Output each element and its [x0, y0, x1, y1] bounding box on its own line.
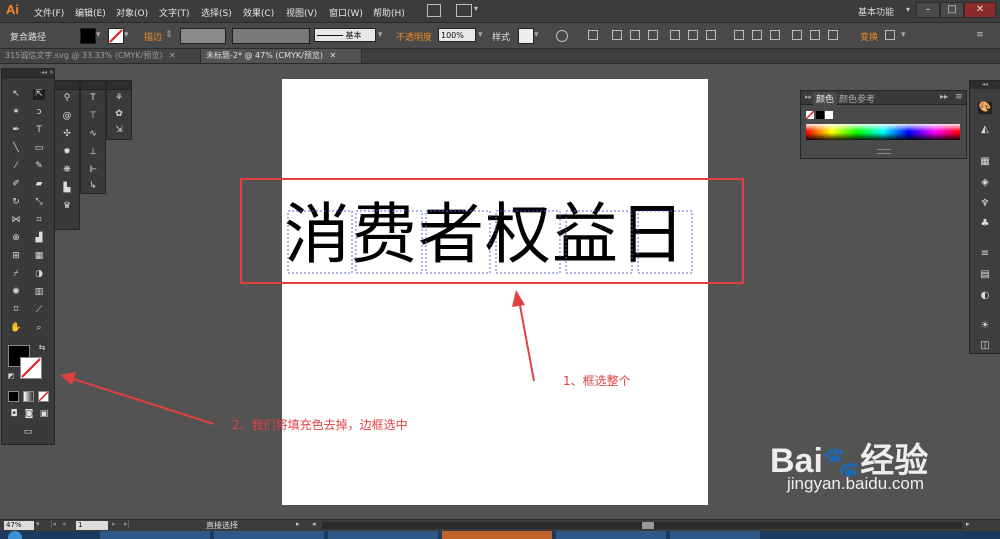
right-panel-dock: ◂◂ 🎨 ◭ ▦ ◈ ♆ ♣ ≡ ▤ ◐ ☀ ◫	[969, 80, 1000, 354]
annotation-step-2: 2、我们将填充色去掉，边框选中	[232, 418, 408, 432]
color-spectrum[interactable]	[806, 124, 960, 140]
color-panel: ▸▸ 颜色 颜色参考 ▸▸ ≡	[800, 90, 967, 159]
start-button[interactable]	[8, 531, 22, 539]
scroll-right-icon[interactable]: ▸	[966, 520, 970, 528]
taskbar-item-3[interactable]	[328, 531, 438, 539]
prev-artboard-icon[interactable]: ◂	[62, 520, 66, 528]
scrollbar-thumb[interactable]	[642, 522, 654, 529]
appearance-icon[interactable]: ☀	[978, 320, 992, 332]
dock-collapse-icon[interactable]: ◂◂	[970, 81, 1000, 89]
white-swatch[interactable]	[825, 111, 833, 119]
first-artboard-icon[interactable]: |◂	[50, 520, 56, 528]
baidu-url: jingyan.baidu.com	[787, 474, 925, 493]
brushes-icon[interactable]: ♆	[978, 198, 992, 210]
artboard-number-field[interactable]: 1	[76, 521, 108, 530]
annotation-step-1: 1、框选整个	[563, 374, 631, 388]
stroke-panel-icon[interactable]: ≡	[978, 248, 992, 260]
taskbar-item-2[interactable]	[214, 531, 324, 539]
status-menu-icon[interactable]: ▸	[296, 520, 300, 528]
next-artboard-icon[interactable]: ▸	[112, 520, 116, 528]
resize-grip-icon[interactable]	[877, 149, 891, 154]
color-panel-icon[interactable]: 🎨	[978, 102, 992, 114]
graphic-styles-icon[interactable]: ◫	[978, 340, 992, 352]
layers-icon[interactable]: ◈	[978, 177, 992, 189]
os-taskbar	[0, 531, 1000, 539]
expand-icon[interactable]: ▸▸	[940, 92, 948, 101]
last-artboard-icon[interactable]: ▸|	[124, 520, 130, 528]
transparency-icon[interactable]: ◐	[978, 290, 992, 302]
tab-color-guide[interactable]: 颜色参考	[839, 92, 875, 105]
grip-icon: ▸▸	[805, 93, 813, 101]
horizontal-scrollbar[interactable]	[322, 522, 962, 529]
taskbar-item-6[interactable]	[670, 531, 760, 539]
none-color-icon[interactable]	[805, 110, 815, 120]
panel-menu-icon[interactable]: ≡	[955, 92, 963, 102]
color-panel-header: ▸▸ 颜色 颜色参考 ▸▸ ≡	[801, 91, 966, 105]
color-guide-icon[interactable]: ◭	[978, 124, 992, 136]
zoom-field[interactable]: 47%	[4, 521, 34, 530]
taskbar-item-1[interactable]	[100, 531, 210, 539]
black-swatch[interactable]	[816, 111, 824, 119]
swatches-icon[interactable]: ▦	[978, 156, 992, 168]
symbols-icon[interactable]: ♣	[978, 218, 992, 230]
current-tool-label: 直接选择	[206, 521, 238, 530]
taskbar-item-4[interactable]	[442, 531, 552, 539]
taskbar-item-5[interactable]	[556, 531, 666, 539]
scroll-left-icon[interactable]: ◂	[312, 520, 316, 528]
gradient-panel-icon[interactable]: ▤	[978, 269, 992, 281]
zoom-dropdown-icon[interactable]: ▾	[36, 520, 40, 528]
tab-color[interactable]: 颜色	[813, 92, 838, 105]
